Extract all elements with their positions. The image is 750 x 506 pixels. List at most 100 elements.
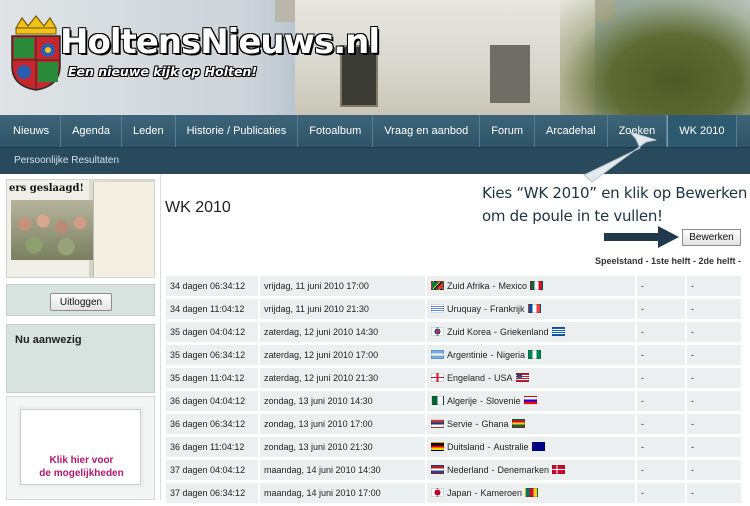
home-team: Argentinie (447, 350, 488, 360)
home-team: Uruquay (447, 304, 482, 314)
nav-item-vraag-aanbod[interactable]: Vraag en aanbod (373, 115, 481, 147)
match-date-cell: zaterdag, 12 juni 2010 17:00 (260, 345, 427, 365)
match-teams-cell: Nederland - Denemarken (427, 460, 637, 480)
home-team: Engeland (447, 373, 486, 383)
france-flag-icon (527, 304, 541, 313)
logout-button[interactable]: Uitloggen (50, 293, 112, 311)
countdown-cell: 37 dagen 06:34:12 (166, 483, 260, 503)
match-row: 35 dagen 04:04:12 zaterdag, 12 juni 2010 … (166, 322, 741, 342)
score-first-half-cell: - (637, 414, 687, 434)
home-team: Nederland (447, 465, 489, 475)
nav-item-nieuws[interactable]: Nieuws (2, 115, 62, 147)
countdown-cell: 37 dagen 04:04:12 (166, 460, 260, 480)
japan-flag-icon (431, 488, 444, 497)
match-teams-cell: Algerije - Slovenie (427, 391, 637, 411)
subnav-personal-results-link[interactable]: Persoonlijke Resultaten (14, 155, 119, 166)
away-team: Kameroen (480, 488, 523, 498)
photo-headline: ers geslaagd! (9, 183, 84, 194)
sidebar: ers geslaagd! Uitloggen Nu aanwezig Klik… (0, 174, 160, 500)
callout-arrow-right-icon (604, 226, 679, 248)
ad-text-line2: de mogelijkheden (39, 468, 124, 479)
nav-item-fotoalbum[interactable]: Fotoalbum (298, 115, 374, 147)
england-flag-icon (431, 373, 444, 382)
away-team: Denemarken (497, 465, 550, 475)
site-tagline: Een nieuwe kijk op Holten! (68, 64, 258, 79)
score-first-half-cell: - (637, 368, 687, 388)
newspaper-photo[interactable]: ers geslaagd! (6, 179, 155, 278)
match-teams-cell: Uruquay - Frankrijk (427, 299, 637, 319)
page-title: WK 2010 (165, 199, 231, 216)
score-first-half-cell: - (637, 437, 687, 457)
uruguay-flag-icon (431, 304, 444, 313)
edit-button[interactable]: Bewerken (682, 229, 741, 246)
countdown-cell: 35 dagen 04:04:12 (166, 322, 260, 342)
countdown-cell: 36 dagen 04:04:12 (166, 391, 260, 411)
germany-flag-icon (431, 442, 444, 451)
site-title[interactable]: HoltensNieuws.nl (60, 22, 380, 62)
usa-flag-icon (515, 373, 529, 382)
score-second-half-cell: - (687, 322, 741, 342)
match-date-cell: maandag, 14 juni 2010 14:30 (260, 460, 427, 480)
score-second-half-cell: - (687, 414, 741, 434)
match-row: 37 dagen 06:34:12 maandag, 14 juni 2010 1… (166, 483, 741, 503)
mexico-flag-icon (530, 281, 544, 290)
match-teams-cell: Duitsland - Australie (427, 437, 637, 457)
countdown-cell: 34 dagen 11:04:12 (166, 299, 260, 319)
match-teams-cell: Zuid Korea - Griekenland (427, 322, 637, 342)
countdown-cell: 36 dagen 11:04:12 (166, 437, 260, 457)
south-africa-flag-icon (431, 281, 444, 290)
score-second-half-cell: - (687, 437, 741, 457)
score-first-half-cell: - (637, 391, 687, 411)
match-row: 34 dagen 06:34:12 vrijdag, 11 juni 2010 1… (166, 276, 741, 296)
match-teams-cell: Zuid Afrika - Mexico (427, 276, 637, 296)
match-row: 36 dagen 04:04:12 zondag, 13 juni 2010 14… (166, 391, 741, 411)
match-date-cell: maandag, 14 juni 2010 17:00 (260, 483, 427, 503)
sidebar-divider (160, 174, 161, 500)
nav-item-forum[interactable]: Forum (480, 115, 536, 147)
score-first-half-cell: - (637, 322, 687, 342)
match-row: 36 dagen 06:34:12 zondag, 13 juni 2010 17… (166, 414, 741, 434)
home-team: Zuid Afrika (447, 281, 490, 291)
coat-of-arms-logo[interactable] (8, 14, 64, 92)
countdown-cell: 34 dagen 06:34:12 (166, 276, 260, 296)
advertisement-panel: Klik hier voor de mogelijkheden (6, 396, 155, 500)
away-team: Slovenie (486, 396, 521, 406)
match-date-cell: zaterdag, 12 juni 2010 14:30 (260, 322, 427, 342)
serbia-flag-icon (431, 419, 444, 428)
south-korea-flag-icon (431, 327, 444, 336)
match-date-cell: zondag, 13 juni 2010 14:30 (260, 391, 427, 411)
australia-flag-icon (531, 442, 545, 451)
online-users-title: Nu aanwezig (15, 334, 82, 346)
match-row: 35 dagen 06:34:12 zaterdag, 12 juni 2010 … (166, 345, 741, 365)
match-date-cell: vrijdag, 11 juni 2010 17:00 (260, 276, 427, 296)
away-team: Australie (493, 442, 529, 452)
nav-item-wk-2010[interactable]: WK 2010 (667, 115, 737, 147)
score-column-headers: Speelstand - 1ste helft - 2de helft - (595, 256, 742, 266)
score-first-half-cell: - (637, 345, 687, 365)
denmark-flag-icon (552, 465, 566, 474)
match-date-cell: zaterdag, 12 juni 2010 21:30 (260, 368, 427, 388)
nav-item-agenda[interactable]: Agenda (61, 115, 123, 147)
score-first-half-cell: - (637, 276, 687, 296)
advertisement-banner[interactable]: Klik hier voor de mogelijkheden (20, 409, 141, 485)
score-first-half-cell: - (637, 483, 687, 503)
nav-item-historie[interactable]: Historie / Publicaties (176, 115, 299, 147)
ad-text-line1: Klik hier voor (49, 455, 114, 466)
match-row: 35 dagen 11:04:12 zaterdag, 12 juni 2010 … (166, 368, 741, 388)
score-second-half-cell: - (687, 368, 741, 388)
match-date-cell: vrijdag, 11 juni 2010 21:30 (260, 299, 427, 319)
score-second-half-cell: - (687, 276, 741, 296)
match-row: 37 dagen 04:04:12 maandag, 14 juni 2010 1… (166, 460, 741, 480)
score-first-half-cell: - (637, 460, 687, 480)
score-second-half-cell: - (687, 460, 741, 480)
score-second-half-cell: - (687, 299, 741, 319)
ghana-flag-icon (511, 419, 525, 428)
match-date-cell: zondag, 13 juni 2010 21:30 (260, 437, 427, 457)
match-table: 34 dagen 06:34:12 vrijdag, 11 juni 2010 1… (166, 273, 741, 506)
away-team: Griekenland (500, 327, 549, 337)
nav-item-leden[interactable]: Leden (122, 115, 176, 147)
slovenia-flag-icon (523, 396, 537, 405)
home-team: Duitsland (447, 442, 485, 452)
annotation-line1: Kies “WK 2010” en klik op Bewerken (482, 184, 748, 202)
home-team: Servie (447, 419, 473, 429)
